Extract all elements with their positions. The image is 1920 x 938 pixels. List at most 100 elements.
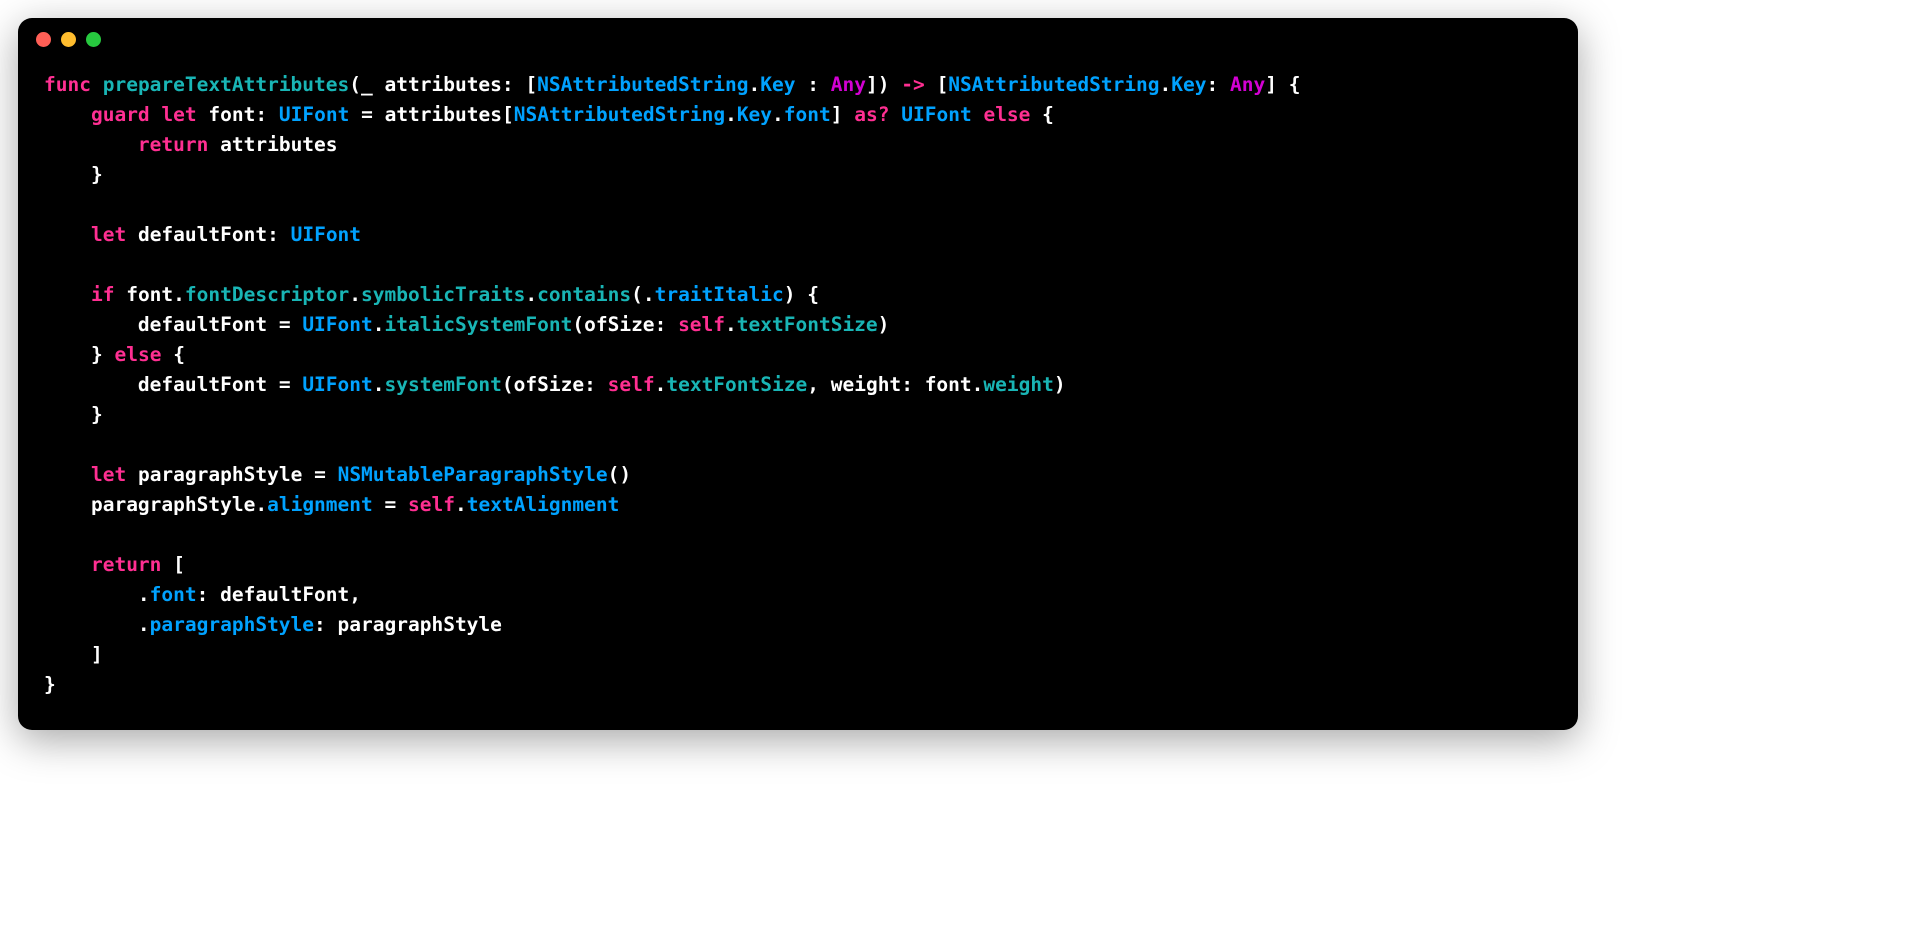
zoom-icon[interactable]: [86, 32, 101, 47]
punct: {: [1042, 103, 1054, 126]
arg-label: ofSize: [584, 313, 654, 336]
punct: :: [502, 73, 514, 96]
kw-let: let: [161, 103, 196, 126]
punct: =: [385, 493, 397, 516]
punct: ,: [807, 373, 819, 396]
ident: defaultFont: [138, 223, 267, 246]
punct: ]: [1265, 73, 1277, 96]
punct: {: [807, 283, 819, 306]
ident: font: [925, 373, 972, 396]
punct: ): [878, 73, 890, 96]
kw-guard: guard: [91, 103, 150, 126]
ident: font: [126, 283, 173, 306]
ident: paragraphStyle: [138, 463, 302, 486]
member: fontDescriptor: [185, 283, 349, 306]
punct: [: [525, 73, 537, 96]
ident: defaultFont: [138, 373, 267, 396]
punct: ]: [866, 73, 878, 96]
punct: .: [655, 373, 667, 396]
punct: ]: [831, 103, 843, 126]
punct: :: [255, 103, 267, 126]
member: italicSystemFont: [385, 313, 573, 336]
member: paragraphStyle: [150, 613, 314, 636]
punct: (: [608, 463, 620, 486]
ident: attributes: [385, 103, 502, 126]
punct: {: [1289, 73, 1301, 96]
code-block: func prepareTextAttributes(_ attributes:…: [18, 60, 1578, 730]
punct: ,: [349, 583, 361, 606]
kw-else: else: [114, 343, 161, 366]
code-window: func prepareTextAttributes(_ attributes:…: [18, 18, 1578, 730]
underscore: _: [361, 73, 373, 96]
punct: :: [314, 613, 326, 636]
punct: .: [772, 103, 784, 126]
kw-as: as?: [854, 103, 889, 126]
type: UIFont: [302, 373, 372, 396]
punct: }: [91, 163, 103, 186]
punct: .: [138, 583, 150, 606]
punct: }: [91, 343, 103, 366]
kw-else: else: [983, 103, 1030, 126]
ident: font: [208, 103, 255, 126]
punct: =: [361, 103, 373, 126]
member: textFontSize: [737, 313, 878, 336]
kw-self: self: [608, 373, 655, 396]
punct: :: [584, 373, 596, 396]
punct: .: [725, 313, 737, 336]
punct: (: [349, 73, 361, 96]
kw-let: let: [91, 223, 126, 246]
punct: =: [279, 313, 291, 336]
kw-if: if: [91, 283, 114, 306]
type: NSAttributedString: [514, 103, 725, 126]
punct: :: [655, 313, 667, 336]
member: alignment: [267, 493, 373, 516]
punct: :: [267, 223, 279, 246]
punct: .: [349, 283, 361, 306]
close-icon[interactable]: [36, 32, 51, 47]
arg-label: ofSize: [514, 373, 584, 396]
ident: defaultFont: [138, 313, 267, 336]
kw-return: return: [138, 133, 208, 156]
member: traitItalic: [655, 283, 784, 306]
punct: =: [279, 373, 291, 396]
window-titlebar: [18, 18, 1578, 60]
minimize-icon[interactable]: [61, 32, 76, 47]
member: symbolicTraits: [361, 283, 525, 306]
ident: attributes: [220, 133, 337, 156]
member: font: [150, 583, 197, 606]
punct: }: [44, 673, 56, 696]
kw-self: self: [678, 313, 725, 336]
arg-label: weight: [831, 373, 901, 396]
type: NSAttributedString: [948, 73, 1159, 96]
punct: .: [373, 313, 385, 336]
punct: [: [936, 73, 948, 96]
member: textFontSize: [666, 373, 807, 396]
punct: ): [878, 313, 890, 336]
punct: :: [197, 583, 209, 606]
punct: .: [972, 373, 984, 396]
kw-let: let: [91, 463, 126, 486]
punct: .: [725, 103, 737, 126]
punct: .: [173, 283, 185, 306]
punct: (: [631, 283, 643, 306]
punct: .: [1160, 73, 1172, 96]
punct: {: [173, 343, 185, 366]
member: systemFont: [385, 373, 502, 396]
type-any: Any: [1230, 73, 1265, 96]
type: UIFont: [279, 103, 349, 126]
punct: ): [784, 283, 796, 306]
punct: .: [455, 493, 467, 516]
punct: :: [1207, 73, 1219, 96]
punct: (: [572, 313, 584, 336]
punct: .: [749, 73, 761, 96]
param: attributes: [385, 73, 502, 96]
punct: .: [373, 373, 385, 396]
punct: =: [314, 463, 326, 486]
kw-self: self: [408, 493, 455, 516]
type: UIFont: [302, 313, 372, 336]
ident: defaultFont: [220, 583, 349, 606]
punct: .: [255, 493, 267, 516]
type: Key: [1171, 73, 1206, 96]
ident: paragraphStyle: [91, 493, 255, 516]
fn-name: prepareTextAttributes: [103, 73, 350, 96]
